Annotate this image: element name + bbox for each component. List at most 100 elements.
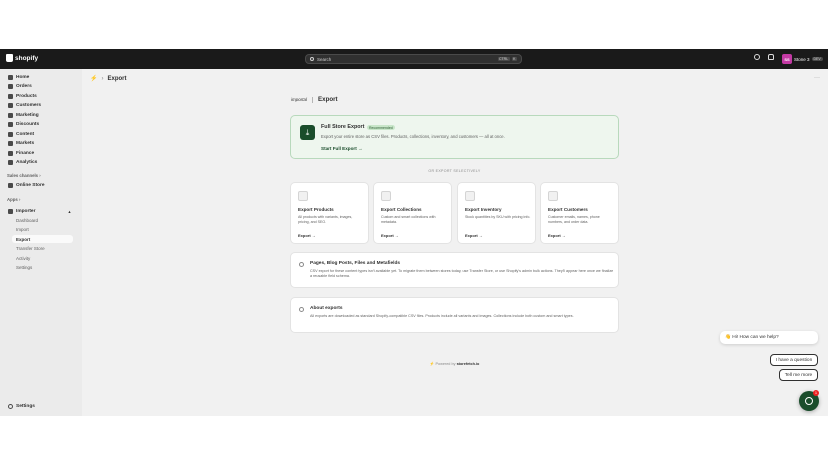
sidebar-item-label: Customers [16, 102, 42, 108]
sidebar-item-label: Discounts [16, 121, 40, 127]
sidebar-item-home[interactable]: Home [8, 73, 29, 81]
search-input[interactable]: Search CTRL K [305, 54, 522, 64]
shortcut-key-k: K [511, 57, 517, 61]
sidebar-sub-export[interactable]: Export [12, 235, 73, 243]
shopify-bag-icon [6, 54, 13, 62]
collection-icon [381, 191, 391, 201]
home-icon [8, 74, 13, 80]
person-icon [8, 102, 13, 108]
sidebar-item-orders[interactable]: Orders [8, 82, 32, 90]
sidebar-item-products[interactable]: Products [8, 92, 37, 100]
page-title: Export [107, 75, 127, 82]
sidebar-sub-activity[interactable]: Activity [16, 256, 30, 261]
top-icons [754, 54, 774, 60]
globe-icon [8, 140, 13, 146]
brand-logo: importal [291, 97, 308, 102]
sidebar-item-markets[interactable]: Markets [8, 139, 34, 147]
export-products-card[interactable]: Export Products All products with varian… [290, 182, 369, 244]
sidebar-item-label: Content [16, 131, 35, 137]
store-menu[interactable]: SS Stone 3 DEV [782, 54, 823, 64]
discount-icon [8, 121, 13, 127]
sidebar-item-label: Analytics [16, 159, 38, 165]
product-icon [298, 191, 308, 201]
question-button[interactable]: I have a question [770, 354, 818, 366]
start-full-export-button[interactable]: Start Full Export → [321, 146, 363, 151]
more-actions-icon[interactable]: ··· [814, 75, 820, 81]
export-customers-card[interactable]: Export Customers Customer emails, names,… [540, 182, 619, 244]
search-placeholder: Search [317, 56, 332, 62]
card-description: All products with variants, images, pric… [298, 215, 353, 224]
sales-channels-label: Sales channels [7, 173, 39, 178]
sidebar-item-label: Products [16, 93, 37, 99]
unread-badge: 1 [813, 390, 819, 396]
sidebar-item-finance[interactable]: Finance [8, 149, 34, 157]
sidebar-item-discounts[interactable]: Discounts [8, 120, 39, 128]
customer-icon [548, 191, 558, 201]
export-products-link[interactable]: Export → [298, 233, 316, 238]
apps-heading[interactable]: Apps › [7, 197, 20, 202]
card-title: Export Products [298, 207, 334, 212]
shopify-logo[interactable]: shopify [6, 54, 38, 62]
sidebar-item-label: Finance [16, 150, 35, 156]
full-export-description: Export your entire store as CSV files. P… [321, 134, 505, 139]
sidebar: Home Orders Products Customers Marketing… [0, 69, 82, 416]
full-export-card: ⤓ Full Store Export Recommended Export y… [290, 115, 619, 159]
powered-by-link[interactable]: storefetch.io [457, 362, 480, 366]
other-content-notice: Pages, Blog Posts, Files and Metafields … [290, 252, 619, 288]
download-icon: ⤓ [300, 125, 315, 140]
sidebar-sub-import[interactable]: Import [16, 227, 29, 232]
sidebar-item-content[interactable]: Content [8, 130, 34, 138]
app-logo-icon: ⚡ [90, 76, 98, 82]
tag-icon [8, 93, 13, 99]
export-customers-link[interactable]: Export → [548, 233, 566, 238]
notice-title: Pages, Blog Posts, Files and Metafields [310, 261, 401, 266]
gear-icon [8, 404, 13, 409]
apps-label: Apps [7, 197, 18, 202]
breadcrumb-separator: › [101, 75, 104, 82]
content-icon [8, 131, 13, 137]
or-divider: OR EXPORT SELECTIVELY [428, 169, 481, 173]
chat-launcher-button[interactable]: 1 [799, 390, 819, 411]
bell-icon[interactable] [768, 54, 774, 60]
powered-by-prefix: Powered by [435, 362, 456, 366]
sidebar-item-label: Online Store [16, 182, 45, 188]
sidebar-item-label: Importer [16, 208, 36, 214]
app-frame: shopify Search CTRL K SS Stone 3 DEV Hom… [0, 49, 828, 416]
sidebar-item-marketing[interactable]: Marketing [8, 111, 39, 119]
export-collections-card[interactable]: Export Collections Custom and smart coll… [373, 182, 452, 244]
export-collections-link[interactable]: Export → [381, 233, 399, 238]
full-export-title: Full Store Export [321, 124, 365, 130]
app-icon [8, 208, 13, 214]
sidebar-item-online-store[interactable]: Online Store [8, 181, 45, 189]
sidebar-item-settings[interactable]: Settings [8, 404, 35, 409]
about-exports-notice: About exports All exports are downloaded… [290, 297, 619, 333]
gear-icon[interactable] [754, 54, 760, 60]
card-description: Stock quantities by SKU with pricing inf… [465, 215, 531, 219]
store-icon [8, 182, 13, 188]
export-inventory-link[interactable]: Export → [465, 233, 483, 238]
tell-me-more-button[interactable]: Tell me more [779, 369, 818, 381]
card-title: Export Customers [548, 207, 588, 212]
top-bar: shopify Search CTRL K SS Stone 3 DEV [0, 49, 828, 69]
sidebar-item-customers[interactable]: Customers [8, 101, 41, 109]
sidebar-item-importer[interactable]: Importer ▴ [8, 207, 70, 215]
sidebar-sub-transfer-store[interactable]: Transfer Store [16, 246, 45, 251]
search-shortcut: CTRL K [497, 57, 517, 61]
sidebar-sub-settings[interactable]: Settings [16, 265, 32, 270]
info-icon [299, 262, 304, 267]
card-description: Custom and smart collections with metada… [381, 215, 436, 224]
sidebar-sub-dashboard[interactable]: Dashboard [16, 218, 38, 223]
export-inventory-card[interactable]: Export Inventory Stock quantities by SKU… [457, 182, 536, 244]
card-title: Export Collections [381, 207, 422, 212]
powered-by: ⚡ Powered by storefetch.io [290, 361, 619, 366]
logo-text: shopify [15, 54, 39, 62]
sidebar-item-label: Orders [16, 83, 32, 89]
inventory-icon [465, 191, 475, 201]
sidebar-item-label: Markets [16, 140, 35, 146]
sales-channels-heading[interactable]: Sales channels › [7, 173, 41, 178]
store-name: Stone 3 [794, 56, 810, 62]
divider [312, 96, 314, 103]
bank-icon [8, 150, 13, 156]
sidebar-item-analytics[interactable]: Analytics [8, 158, 37, 166]
notice-description: CSV export for these content types isn't… [310, 269, 614, 278]
